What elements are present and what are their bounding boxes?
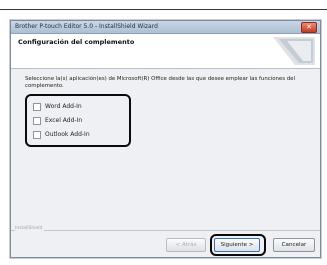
next-button[interactable]: Siguiente > <box>214 238 260 252</box>
installer-window: Brother P-touch Editor 5.0 - InstallShie… <box>10 20 321 258</box>
instruction-text: Seleccione la(s) aplicación(es) de Micro… <box>25 76 295 89</box>
back-button[interactable]: < Atrás <box>166 238 206 252</box>
checkbox-box[interactable] <box>33 130 41 139</box>
checkbox-label[interactable]: Excel Add-In <box>45 117 82 124</box>
wizard-header: Configuración del complemento <box>11 34 320 69</box>
cancel-button[interactable]: Cancelar <box>273 238 315 252</box>
close-button[interactable]: ✕ <box>301 22 317 33</box>
checkbox-word-addin[interactable]: Word Add-In <box>33 102 82 111</box>
title-bar[interactable]: Brother P-touch Editor 5.0 - InstallShie… <box>11 21 320 34</box>
addin-checkbox-group: Word Add-In Excel Add-In Outlook Add-In <box>25 94 131 147</box>
wizard-content: Seleccione la(s) aplicación(es) de Micro… <box>11 69 320 229</box>
footer-divider <box>11 230 320 231</box>
window-title: Brother P-touch Editor 5.0 - InstallShie… <box>15 23 158 30</box>
page: Brother P-touch Editor 5.0 - InstallShie… <box>0 0 327 265</box>
checkbox-outlook-addin[interactable]: Outlook Add-In <box>33 130 90 139</box>
installshield-brand: InstallShield <box>15 226 45 231</box>
top-divider <box>0 9 327 10</box>
close-icon: ✕ <box>306 23 312 31</box>
checkbox-box[interactable] <box>33 116 41 125</box>
header-graphic-icon <box>273 37 315 65</box>
checkbox-label[interactable]: Outlook Add-In <box>45 131 90 138</box>
checkbox-label[interactable]: Word Add-In <box>45 103 82 110</box>
checkbox-excel-addin[interactable]: Excel Add-In <box>33 116 82 125</box>
page-title: Configuración del complemento <box>18 38 135 46</box>
checkbox-box[interactable] <box>33 102 41 111</box>
